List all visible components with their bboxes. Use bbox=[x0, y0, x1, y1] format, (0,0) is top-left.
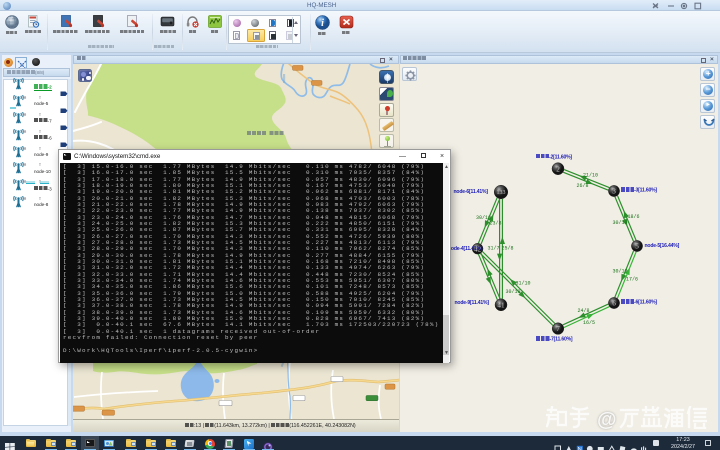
svg-text:17/6: 17/6 bbox=[626, 276, 638, 282]
svg-text:5: 5 bbox=[635, 243, 639, 251]
svg-text:6: 6 bbox=[612, 300, 616, 308]
svg-text:24/8: 24/8 bbox=[578, 308, 590, 314]
svg-text:41: 41 bbox=[497, 301, 505, 309]
svg-text:i: i bbox=[321, 18, 324, 29]
svg-text:133: 133 bbox=[497, 190, 506, 196]
svg-text:2: 2 bbox=[556, 165, 560, 173]
svg-text:N: N bbox=[577, 447, 581, 450]
svg-text:3: 3 bbox=[612, 188, 616, 196]
svg-text:31/7: 31/7 bbox=[488, 245, 500, 251]
svg-text:7: 7 bbox=[556, 325, 560, 333]
svg-text:30/10: 30/10 bbox=[506, 289, 521, 295]
svg-text:26/8: 26/8 bbox=[577, 183, 589, 189]
svg-text:23/8: 23/8 bbox=[490, 220, 502, 226]
svg-text:30/10: 30/10 bbox=[613, 268, 628, 274]
svg-text:31/10: 31/10 bbox=[516, 280, 531, 286]
svg-text:18/6: 18/6 bbox=[628, 214, 640, 220]
svg-text:30/10: 30/10 bbox=[613, 220, 628, 226]
svg-text:16/5: 16/5 bbox=[583, 320, 595, 326]
svg-text:25/8: 25/8 bbox=[502, 245, 514, 251]
svg-text:21/10: 21/10 bbox=[583, 172, 598, 178]
